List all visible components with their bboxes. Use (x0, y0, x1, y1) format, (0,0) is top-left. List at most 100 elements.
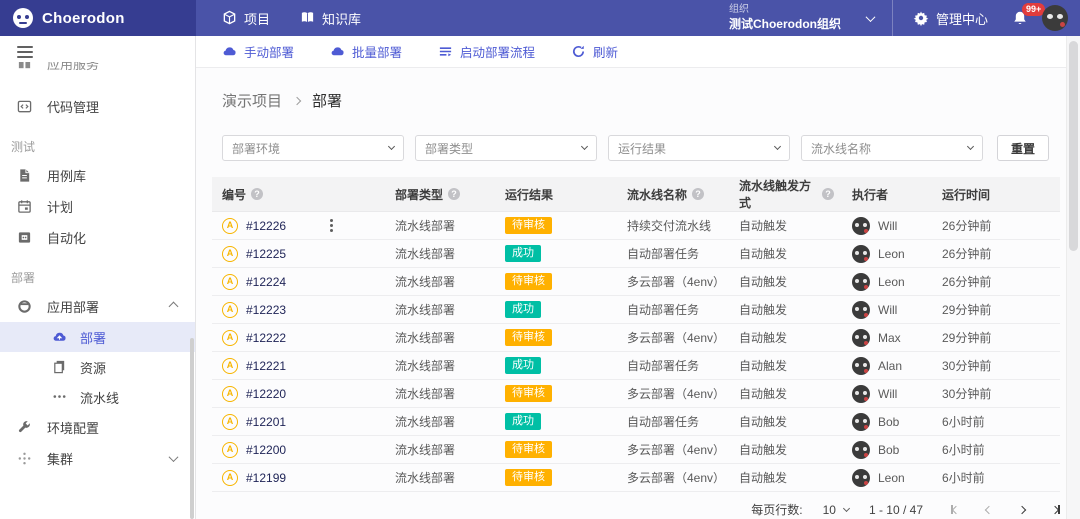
table-row[interactable]: A #12225 流水线部署 成功 自动部署任务 自动触发 Leon 26分钟前 (212, 240, 1060, 268)
gear-icon (913, 10, 929, 26)
executor-avatar (852, 441, 870, 459)
last-page-button[interactable] (1052, 505, 1060, 514)
sidebar-item-label: 应用服务 (47, 62, 99, 73)
sidebar-item-pipeline[interactable]: 流水线 (0, 382, 195, 412)
logo[interactable]: Choerodon (0, 0, 196, 36)
page-title: 部署 (312, 90, 342, 111)
sidebar-item-label: 计划 (47, 197, 73, 216)
table-row[interactable]: A #12199 流水线部署 待审核 多云部署（4env） 自动触发 Leon … (212, 464, 1060, 492)
deploy-id[interactable]: #12225 (246, 247, 286, 261)
sidebar-scrollbar[interactable] (190, 338, 194, 519)
refresh-button[interactable]: 刷新 (571, 42, 618, 61)
executor-name: Will (878, 219, 897, 233)
env-initial-icon: A (222, 414, 238, 430)
executor-name: Leon (878, 247, 905, 261)
deploy-type-cell: 流水线部署 (385, 408, 495, 436)
batch-deploy-button[interactable]: 批量部署 (330, 42, 402, 61)
help-icon[interactable]: ? (448, 188, 460, 200)
deploy-id[interactable]: #12222 (246, 331, 286, 345)
env-initial-icon: A (222, 358, 238, 374)
row-menu-icon[interactable] (330, 219, 333, 232)
filter-run-result[interactable]: 运行结果 (608, 135, 790, 161)
filter-placeholder: 运行结果 (618, 140, 666, 157)
menu-toggle-icon[interactable] (17, 46, 33, 58)
breadcrumb-project[interactable]: 演示项目 (222, 90, 282, 111)
executor-avatar (852, 357, 870, 375)
run-time-cell: 30分钟前 (932, 380, 1060, 408)
table-row[interactable]: A #12224 流水线部署 待审核 多云部署（4env） 自动触发 Leon … (212, 268, 1060, 296)
trigger-type-cell: 自动触发 (729, 324, 842, 352)
help-icon[interactable]: ? (692, 188, 704, 200)
breadcrumb-separator-icon (293, 96, 301, 104)
sidebar-item-resource[interactable]: 资源 (0, 352, 195, 382)
choerodon-logo-icon (13, 8, 33, 28)
deploy-id[interactable]: #12223 (246, 303, 286, 317)
table-row[interactable]: A #12201 流水线部署 成功 自动部署任务 自动触发 Bob 6小时前 (212, 408, 1060, 436)
next-page-button[interactable] (1019, 507, 1025, 513)
notifications-button[interactable]: 99+ (1008, 0, 1042, 36)
deploy-id[interactable]: #12200 (246, 443, 286, 457)
deploy-id[interactable]: #12220 (246, 387, 286, 401)
sidebar-item-automation[interactable]: 自动化 (0, 222, 195, 253)
table-row[interactable]: A #12220 流水线部署 待审核 多云部署（4env） 自动触发 Will … (212, 380, 1060, 408)
org-label: 组织 (729, 4, 841, 17)
col-result: 运行结果 (505, 186, 553, 203)
manual-deploy-button[interactable]: 手动部署 (222, 42, 294, 61)
first-page-button[interactable] (951, 505, 959, 514)
deploy-id[interactable]: #12221 (246, 359, 286, 373)
table-row[interactable]: A #12222 流水线部署 待审核 多云部署（4env） 自动触发 Max 2… (212, 324, 1060, 352)
user-avatar[interactable] (1042, 5, 1068, 31)
sidebar: 应用服务 代码管理 测试 用例库 计划 自动化 部署 应用部署 (0, 36, 196, 519)
deploy-id[interactable]: #12226 (246, 219, 286, 233)
org-switcher[interactable]: 组织 测试Choerodon组织 (723, 0, 892, 36)
start-pipeline-button[interactable]: 启动部署流程 (438, 42, 535, 61)
deploy-id[interactable]: #12199 (246, 471, 286, 485)
run-time-cell: 26分钟前 (932, 240, 1060, 268)
filter-placeholder: 流水线名称 (811, 140, 871, 157)
deploy-id[interactable]: #12224 (246, 275, 286, 289)
filter-deploy-env[interactable]: 部署环境 (222, 135, 404, 161)
filter-deploy-type[interactable]: 部署类型 (415, 135, 597, 161)
sidebar-item-test-cases[interactable]: 用例库 (0, 160, 195, 191)
content-area: 演示项目 部署 部署环境 部署类型 运行结果 流水线名称 重置 (196, 68, 1066, 519)
code-icon (17, 99, 33, 115)
env-initial-icon: A (222, 274, 238, 290)
sidebar-item-env-config[interactable]: 环境配置 (0, 412, 195, 443)
batch-deploy-label: 批量部署 (352, 42, 402, 61)
table-row[interactable]: A #12221 流水线部署 成功 自动部署任务 自动触发 Alan 30分钟前 (212, 352, 1060, 380)
scrollbar-thumb[interactable] (1069, 41, 1078, 251)
sidebar-item-plan[interactable]: 计划 (0, 191, 195, 222)
table-row[interactable]: A #12223 流水线部署 成功 自动部署任务 自动触发 Will 29分钟前 (212, 296, 1060, 324)
status-badge: 成功 (505, 413, 541, 430)
sidebar-item-cluster[interactable]: 集群 (0, 443, 195, 474)
page-scrollbar[interactable] (1066, 36, 1080, 519)
col-id: 编号 (222, 186, 246, 203)
rows-per-page-select[interactable]: 10 (823, 503, 849, 517)
table-row[interactable]: A #12200 流水线部署 待审核 多云部署（4env） 自动触发 Bob 6… (212, 436, 1060, 464)
deploy-id[interactable]: #12201 (246, 415, 286, 429)
env-initial-icon: A (222, 442, 238, 458)
sidebar-item-app-service[interactable]: 应用服务 (0, 62, 195, 77)
prev-page-button[interactable] (986, 507, 992, 513)
start-pipeline-label: 启动部署流程 (460, 42, 535, 61)
sidebar-item-app-deploy[interactable]: 应用部署 (0, 291, 195, 322)
sidebar-item-code-manage[interactable]: 代码管理 (0, 91, 195, 122)
env-initial-icon: A (222, 246, 238, 262)
table-header-row: 编号? 部署类型? 运行结果 流水线名称? 流水线触发方式? 执行者 运行时间 (212, 177, 1060, 212)
admin-center-button[interactable]: 管理中心 (893, 0, 1008, 36)
nav-project[interactable]: 项目 (222, 9, 270, 28)
col-executor: 执行者 (852, 186, 888, 203)
trigger-type-cell: 自动触发 (729, 212, 842, 240)
sidebar-item-deploy[interactable]: 部署 (0, 322, 195, 352)
status-badge: 待审核 (505, 441, 552, 458)
help-icon[interactable]: ? (251, 188, 263, 200)
env-initial-icon: A (222, 470, 238, 486)
status-badge: 成功 (505, 357, 541, 374)
help-icon[interactable]: ? (822, 188, 834, 200)
cluster-icon (17, 451, 33, 467)
table-row[interactable]: A #12226 流水线部署 待审核 持续交付流水线 自动触发 Will 26分… (212, 212, 1060, 240)
nav-knowledge-base[interactable]: 知识库 (300, 9, 361, 28)
executor-avatar (852, 329, 870, 347)
filter-pipeline-name[interactable]: 流水线名称 (801, 135, 983, 161)
reset-button[interactable]: 重置 (997, 135, 1049, 161)
